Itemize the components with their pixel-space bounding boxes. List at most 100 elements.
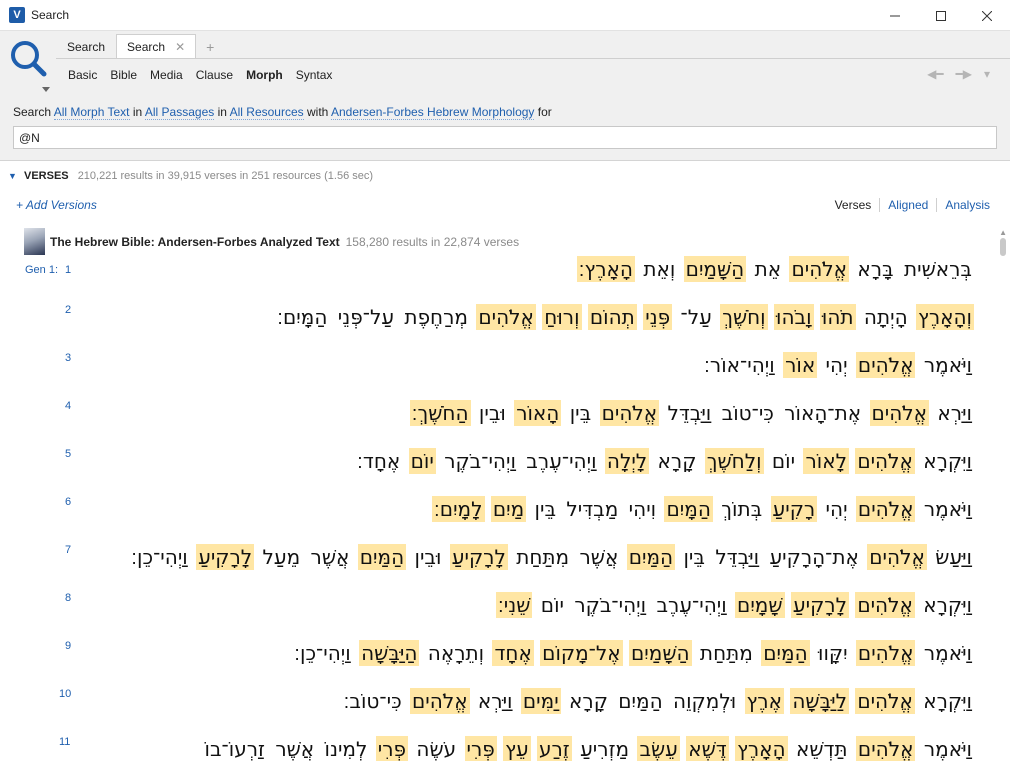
word[interactable]: עַל־פְּנֵי	[336, 304, 396, 330]
highlighted-word[interactable]: אֶרֶץ	[744, 688, 784, 714]
word[interactable]: וַיְהִי־עֶרֶב	[524, 448, 598, 474]
word[interactable]: וַיִּקְרָא	[921, 448, 974, 474]
highlighted-word[interactable]: אֱלֹהִים	[599, 400, 660, 426]
highlighted-word[interactable]: וְרוּחַ	[542, 304, 582, 330]
minimize-button[interactable]	[872, 0, 918, 31]
tab-search-2[interactable]: Search ✕	[116, 34, 197, 59]
word[interactable]: קָרָא	[656, 448, 699, 474]
verse-number-link[interactable]: 3	[65, 352, 71, 364]
word[interactable]: יְהִי	[824, 496, 850, 522]
verse-number-link[interactable]: 4	[65, 400, 71, 412]
word[interactable]: בֵּין	[533, 496, 558, 522]
tab-close-icon[interactable]: ✕	[175, 40, 185, 54]
highlighted-word[interactable]: תְהוֹם	[587, 304, 637, 330]
highlighted-word[interactable]: פְּרִי	[464, 736, 497, 761]
word[interactable]: זַרְעוֹ־בוֹ	[203, 736, 267, 761]
word[interactable]: מְרַחֶפֶת	[402, 304, 470, 330]
word[interactable]: לְמִינוֹ	[323, 736, 370, 761]
word[interactable]: כִּי־טוֹב	[720, 400, 776, 426]
highlighted-word[interactable]: אֱלֹהִים	[855, 592, 915, 618]
word[interactable]: אֲשֶׁר	[309, 544, 352, 570]
word[interactable]: יְהִי	[824, 352, 850, 378]
verse-number-link[interactable]: 1	[65, 264, 71, 276]
word[interactable]: וַיְהִי־עֶרֶב	[654, 592, 728, 618]
highlighted-word[interactable]: וָבֹהוּ	[774, 304, 814, 330]
word[interactable]: וַיִּקְרָא	[921, 592, 974, 618]
highlighted-word[interactable]: וְחֹשֶׁךְ	[720, 304, 768, 330]
highlighted-word[interactable]: אֱלֹהִים	[855, 736, 916, 761]
word[interactable]: וַיֹּאמֶר	[922, 496, 974, 522]
word[interactable]: הָיְתָה	[862, 304, 910, 330]
mode-syntax[interactable]: Syntax	[296, 68, 333, 82]
word[interactable]: וַיְהִי־כֵן׃	[292, 640, 353, 666]
highlighted-word[interactable]: אֱלֹהִים	[476, 304, 536, 330]
view-verses[interactable]: Verses	[827, 198, 880, 212]
highlighted-word[interactable]: שָׁמָיִם	[735, 592, 785, 618]
mode-clause[interactable]: Clause	[196, 68, 233, 82]
highlighted-word[interactable]: אֱלֹהִים	[855, 496, 916, 522]
add-tab-button[interactable]: +	[196, 34, 224, 59]
verse-number-link[interactable]: 6	[65, 496, 71, 508]
word[interactable]: וּלְמִקְוֵה	[671, 688, 738, 714]
highlighted-word[interactable]: פְּרִי	[375, 736, 409, 761]
scope-text-selector[interactable]: All Morph Text	[53, 105, 130, 120]
tab-search-1[interactable]: Search	[56, 34, 116, 59]
resource-name[interactable]: The Hebrew Bible: Andersen-Forbes Analyz…	[50, 235, 340, 249]
highlighted-word[interactable]: אֱלֹהִים	[789, 256, 850, 282]
resources-selector[interactable]: All Resources	[229, 105, 304, 120]
highlighted-word[interactable]: לָרָקִיעַ	[790, 592, 849, 618]
word[interactable]: בְּתוֹךְ	[719, 496, 764, 522]
word[interactable]: וַיֹּאמֶר	[922, 640, 974, 666]
highlighted-word[interactable]: אֶחָד	[492, 640, 534, 666]
word[interactable]: יוֹם	[539, 592, 566, 618]
word[interactable]: וּבֵין	[413, 544, 444, 570]
highlighted-word[interactable]: עֵץ	[503, 736, 531, 761]
search-input[interactable]: @N	[13, 126, 997, 149]
view-aligned[interactable]: Aligned	[879, 198, 936, 212]
word[interactable]: מַזְרִיעַ	[578, 736, 631, 761]
history-dropdown-icon[interactable]: ▾	[984, 67, 990, 81]
word[interactable]: אֵת	[753, 256, 784, 282]
word[interactable]: בֵּין	[681, 544, 706, 570]
verse-number-link[interactable]: 7	[65, 544, 71, 556]
vertical-scrollbar[interactable]	[1000, 238, 1006, 758]
highlighted-word[interactable]: דֶּשֶׁא	[686, 736, 729, 761]
highlighted-word[interactable]: לָיְלָה	[604, 448, 650, 474]
verse-number-link[interactable]: 5	[65, 448, 71, 460]
highlighted-word[interactable]: לַיַּבָּשָׁה	[790, 688, 849, 714]
scroll-up-icon[interactable]: ▲	[999, 228, 1007, 237]
verse-number-link[interactable]: 8	[65, 592, 71, 604]
word[interactable]: וַיְהִי־כֵן׃	[129, 544, 190, 570]
word[interactable]: אֲשֶׁר	[578, 544, 621, 570]
word[interactable]: וַיַּרְא	[476, 688, 515, 714]
word[interactable]: וְאֵת	[641, 256, 677, 282]
scrollbar-thumb[interactable]	[1000, 238, 1006, 256]
mode-morph[interactable]: Morph	[246, 68, 283, 82]
word[interactable]: וַיְהִי־בֹקֶר	[572, 592, 648, 618]
word[interactable]: אֲשֶׁר	[273, 736, 316, 761]
word[interactable]: הַמָּיִם׃	[275, 304, 329, 330]
collapse-caret-icon[interactable]: ▼	[8, 171, 17, 181]
highlighted-word[interactable]: הַמַּיִם	[761, 640, 810, 666]
highlighted-word[interactable]: הָאָרֶץ׃	[576, 256, 635, 282]
highlighted-word[interactable]: הָאוֹר	[514, 400, 562, 426]
highlighted-word[interactable]: לָמָיִם׃	[431, 496, 485, 522]
word[interactable]: אֶחָד׃	[355, 448, 402, 474]
word[interactable]: וַיַּבְדֵּל	[665, 400, 713, 426]
verse-number-link[interactable]: 11	[59, 736, 70, 748]
mode-basic[interactable]: Basic	[68, 68, 97, 82]
word[interactable]: וַיַּרְא	[935, 400, 974, 426]
highlighted-word[interactable]: יוֹם	[408, 448, 436, 474]
word[interactable]: הַמַּיִם	[616, 688, 664, 714]
word[interactable]: מֵעַל	[261, 544, 303, 570]
word[interactable]: קָרָא	[567, 688, 610, 714]
word[interactable]: וַיַּעַשׂ	[933, 544, 974, 570]
highlighted-word[interactable]: זֶרַע	[537, 736, 572, 761]
verse-reference-link[interactable]: Gen 1:	[25, 264, 58, 276]
word[interactable]: בְּרֵאשִׁית	[902, 256, 974, 282]
highlighted-word[interactable]: הַחֹשֶׁךְ׃	[409, 400, 471, 426]
passages-selector[interactable]: All Passages	[144, 105, 215, 120]
mode-bible[interactable]: Bible	[110, 68, 137, 82]
word[interactable]: אֶת־הָרָקִיעַ	[767, 544, 860, 570]
word[interactable]: יִקָּווּ	[816, 640, 850, 666]
